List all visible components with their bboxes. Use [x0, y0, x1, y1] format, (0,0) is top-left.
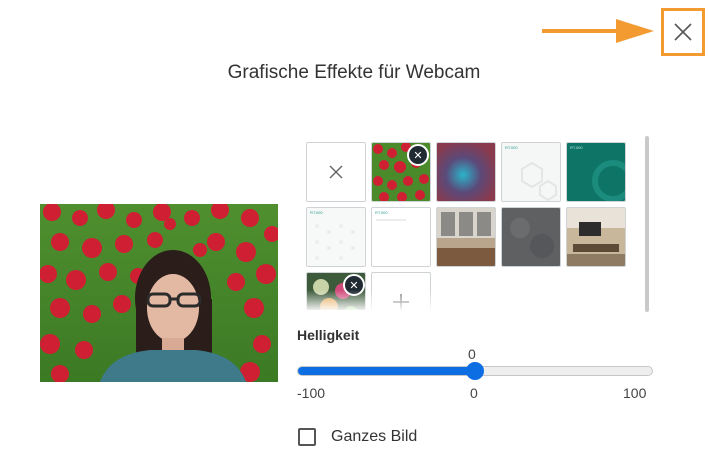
tile-no-effect[interactable]	[306, 142, 366, 202]
tile-label: RT.000	[375, 210, 388, 215]
brightness-value: 0	[468, 346, 476, 362]
tile-label: RT.000	[310, 210, 323, 215]
background-grid: RT.000 RT.000 RT.000 RT.000 ✕ ✕	[300, 134, 656, 310]
grid-scrollbar[interactable]	[645, 136, 649, 312]
remove-flowers-dark-button[interactable]: ✕	[343, 274, 365, 296]
tile-light-dots[interactable]: RT.000	[306, 207, 366, 267]
tile-bokeh[interactable]	[436, 142, 496, 202]
tile-label: RT.000	[505, 145, 518, 150]
fullimage-checkbox[interactable]	[298, 428, 316, 446]
tile-light-text[interactable]: RT.000	[371, 207, 431, 267]
arrow-annotation	[542, 19, 654, 43]
close-icon: ✕	[413, 149, 423, 162]
no-effect-icon	[329, 165, 343, 179]
brightness-slider-fill	[298, 367, 476, 375]
plus-icon	[393, 294, 409, 310]
webcam-preview	[40, 204, 278, 382]
tile-concrete[interactable]	[501, 207, 561, 267]
slider-max-label: 100	[623, 385, 647, 401]
slider-mid-label: 0	[470, 385, 478, 401]
fullimage-label: Ganzes Bild	[331, 428, 418, 445]
close-button[interactable]	[661, 8, 705, 56]
close-icon: ✕	[349, 279, 359, 292]
close-icon	[674, 23, 692, 41]
tile-light-pattern[interactable]: RT.000	[501, 142, 561, 202]
tile-add-background[interactable]	[371, 272, 431, 310]
dialog-title: Grafische Effekte für Webcam	[227, 62, 481, 83]
brightness-slider-thumb[interactable]	[466, 362, 484, 380]
tile-office[interactable]	[436, 207, 496, 267]
brightness-label: Helligkeit	[297, 327, 360, 343]
tile-label: RT.000	[570, 145, 583, 150]
tile-meeting-room[interactable]	[566, 207, 626, 267]
slider-min-label: -100	[297, 385, 326, 401]
tile-teal[interactable]: RT.000	[566, 142, 626, 202]
remove-flowers-button[interactable]: ✕	[407, 144, 429, 166]
